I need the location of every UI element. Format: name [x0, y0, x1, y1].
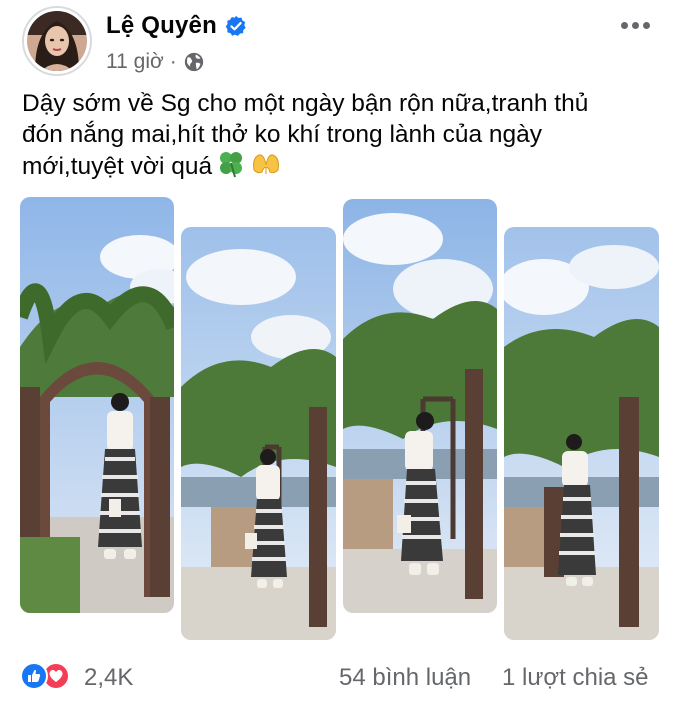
four-leaf-clover-emoji — [220, 152, 243, 178]
reaction-count[interactable]: 2,4K — [84, 664, 133, 692]
comments-count[interactable]: 54 bình luận — [339, 664, 471, 692]
avatar[interactable] — [22, 6, 92, 76]
more-dot — [643, 21, 650, 29]
more-dot — [621, 21, 628, 29]
post-timestamp[interactable]: 11 giờ — [106, 50, 164, 74]
globe-icon — [184, 52, 203, 72]
more-dot — [632, 21, 639, 29]
verified-badge-icon — [225, 15, 246, 36]
caption-line-text: mới,tuyệt vời quá — [22, 153, 213, 180]
post-photo-1[interactable] — [20, 197, 174, 613]
caption-line: Dậy sớm về Sg cho một ngày bận rộn nữa,t… — [22, 90, 589, 117]
post-photo-4[interactable] — [504, 227, 659, 640]
post-header: Lệ Quyên 11 giờ · — [0, 0, 679, 90]
like-reaction-icon — [20, 662, 48, 690]
post-caption: Dậy sớm về Sg cho một ngày bận rộn nữa,t… — [22, 88, 662, 182]
author-name[interactable]: Lệ Quyên — [106, 12, 217, 40]
caption-line-last: mới,tuyệt vời quá — [22, 150, 662, 182]
heart-hands-emoji — [253, 154, 280, 174]
shares-count[interactable]: 1 lượt chia sẻ — [502, 664, 649, 692]
post-photo-2[interactable] — [181, 227, 336, 640]
avatar-image — [27, 11, 87, 71]
reactions-summary[interactable] — [20, 662, 70, 690]
more-options-icon[interactable] — [621, 18, 653, 32]
post-footer: 2,4K 54 bình luận 1 lượt chia sẻ — [0, 656, 679, 696]
post-photo-3[interactable] — [343, 199, 497, 613]
caption-line: đón nắng mai,hít thở ko khí trong lành c… — [22, 121, 543, 148]
meta-separator: · — [169, 50, 177, 73]
